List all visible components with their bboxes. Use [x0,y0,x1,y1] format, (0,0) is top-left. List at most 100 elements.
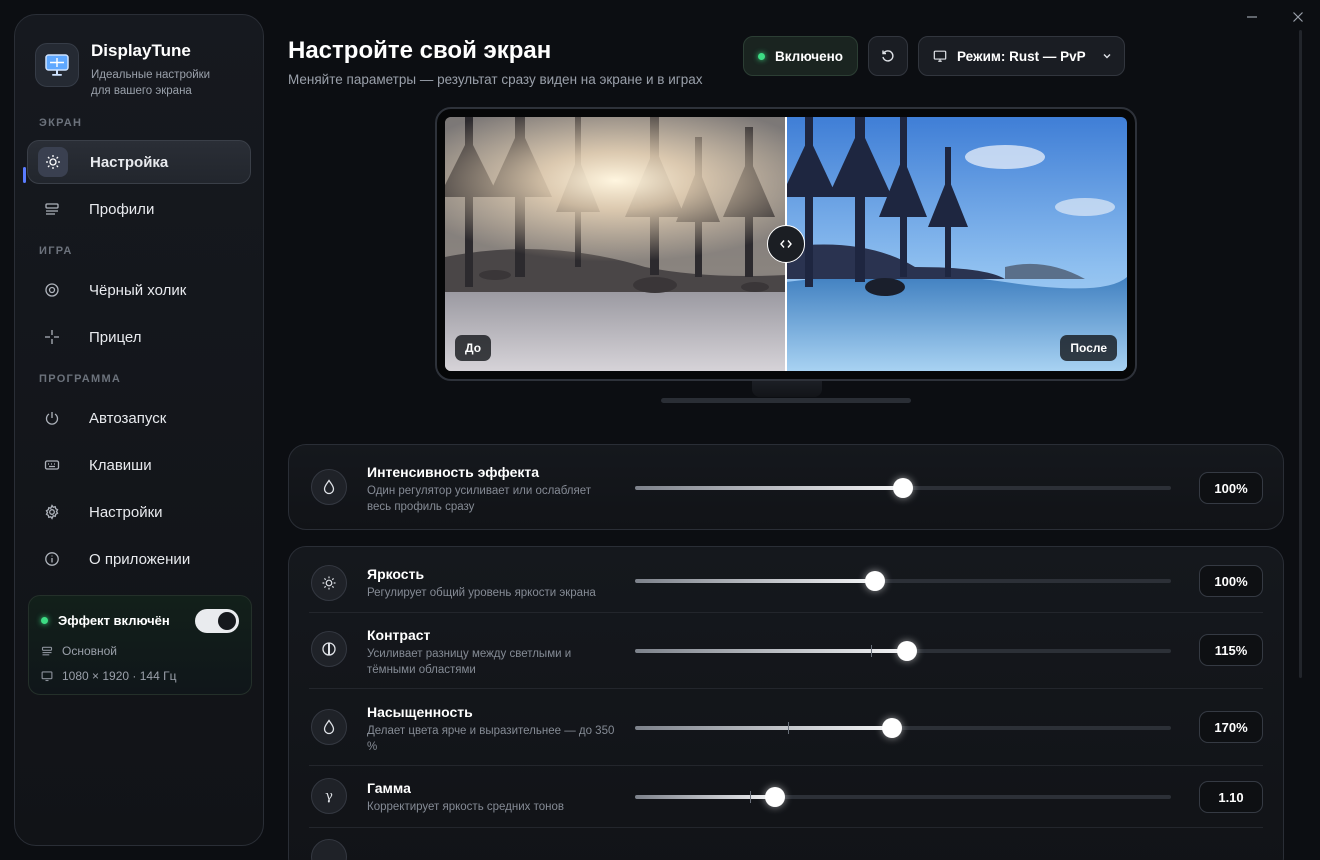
close-button[interactable] [1292,10,1304,26]
mode-select[interactable]: Режим: Rust — PvP [918,36,1125,76]
slider-knob[interactable] [897,641,918,661]
sidebar-item-crosshair[interactable]: Прицел [27,315,251,359]
slider-fill [635,579,876,583]
next-setting-icon [311,839,347,860]
status-button[interactable]: Включено [743,36,858,76]
scrollbar[interactable] [1299,30,1302,678]
sidebar-item-label: Настройка [90,153,169,171]
gamma-icon: γ [311,778,347,814]
monitor-base [661,398,911,403]
default-tick [870,645,872,657]
effect-display-text: 1080 × 1920 · 144 Гц [62,669,177,683]
sidebar-item-label: О приложении [89,550,191,568]
effect-title-text: Эффект включён [58,613,170,628]
sidebar-item-label: Клавиши [89,456,152,474]
sun-icon [311,565,347,601]
contrast-row: Контраст Усиливает разницу между светлым… [289,613,1283,689]
monitor-icon [933,50,947,62]
slider-knob[interactable] [865,571,886,591]
sidebar-item-label: Прицел [89,328,142,346]
saturation-value[interactable]: 170% [1199,711,1263,743]
code-arrows-icon [780,240,792,248]
crosshair-icon [37,322,67,352]
sidebar-item-label: Чёрный холик [89,281,187,299]
slider-knob[interactable] [893,478,913,498]
section-screen-label: ЭКРАН [39,117,83,129]
minimize-button[interactable] [1246,10,1258,26]
target-icon [37,275,67,305]
gamma-value[interactable]: 1.10 [1199,781,1263,813]
brightness-title: Яркость [367,566,425,582]
default-tick [787,722,789,734]
app-subtitle: Идеальные настройки для вашего экрана [91,69,211,97]
power-icon [37,403,67,433]
intensity-panel: Интенсивность эффекта Один регулятор уси… [288,444,1284,530]
gamma-slider[interactable] [635,787,1171,807]
intensity-value[interactable]: 100% [1199,472,1263,504]
contrast-slider[interactable] [635,641,1171,661]
reset-button[interactable] [868,36,908,76]
gamma-row: γ Гамма Корректирует яркость средних тон… [289,766,1283,828]
settings-panel: Яркость Регулирует общий уровень яркости… [288,546,1284,860]
sidebar-item-about[interactable]: О приложении [27,537,251,581]
monitor-icon [41,671,53,682]
sidebar-item-settings[interactable]: Настройки [27,490,251,534]
drop-icon [311,469,347,505]
divider [309,827,1263,828]
sidebar-item-autostart[interactable]: Автозапуск [27,396,251,440]
sun-icon [38,147,68,177]
preview-screen[interactable]: До После [445,117,1127,371]
compare-slider-handle[interactable] [767,225,805,263]
intensity-title: Интенсивность эффекта [367,464,540,480]
slider-fill [635,726,892,730]
sidebar-item-setup[interactable]: Настройка [27,140,251,184]
sidebar-item-black-hole[interactable]: Чёрный холик [27,268,251,312]
slider-fill [635,795,775,799]
status-dot-icon [41,617,48,624]
active-indicator [23,167,26,183]
page-title: Настройте свой экран [288,37,552,64]
app-name: DisplayTune [91,41,191,60]
info-icon [37,544,67,574]
profiles-icon [41,646,53,656]
brand: DisplayTune Идеальные настройки для ваше… [35,41,231,99]
contrast-value[interactable]: 115% [1199,634,1263,666]
preview-monitor: До После [435,107,1137,381]
slider-fill [635,649,908,653]
gear-icon [37,497,67,527]
sidebar-item-label: Профили [89,200,155,218]
effect-profile-text: Основной [62,644,118,658]
status-label: Включено [775,48,844,64]
effect-toggle[interactable] [195,609,239,633]
slider-knob[interactable] [764,787,785,807]
drop-icon [311,709,347,745]
contrast-title: Контраст [367,627,431,643]
monitor-stand [752,381,822,397]
section-program-label: ПРОГРАММА [39,373,122,385]
chevron-down-icon [1103,54,1111,59]
gamma-title: Гамма [367,780,411,796]
sidebar: DisplayTune Идеальные настройки для ваше… [14,14,264,846]
keyboard-icon [37,450,67,480]
brightness-value[interactable]: 100% [1199,565,1263,597]
effect-display: 1080 × 1920 · 144 Гц [41,669,176,683]
sidebar-item-profiles[interactable]: Профили [27,187,251,231]
reset-icon [882,50,894,62]
intensity-row: Интенсивность эффекта Один регулятор уси… [289,445,1283,531]
intensity-slider[interactable] [635,478,1171,498]
sidebar-item-label: Настройки [89,503,163,521]
saturation-desc: Делает цвета ярче и выразительнее — до 3… [367,725,615,753]
saturation-slider[interactable] [635,718,1171,738]
slider-knob[interactable] [882,718,902,738]
sidebar-item-hotkeys[interactable]: Клавиши [27,443,251,487]
status-dot-icon [758,52,765,60]
brightness-slider[interactable] [635,571,1171,591]
mode-label: Режим: Rust — PvP [957,48,1086,64]
slider-fill [635,486,903,490]
effect-profile: Основной [41,644,117,658]
brightness-row: Яркость Регулирует общий уровень яркости… [289,547,1283,613]
minimize-icon [1247,16,1257,18]
close-icon [1293,12,1303,22]
profiles-icon [37,194,67,224]
saturation-row: Насыщенность Делает цвета ярче и выразит… [289,689,1283,765]
